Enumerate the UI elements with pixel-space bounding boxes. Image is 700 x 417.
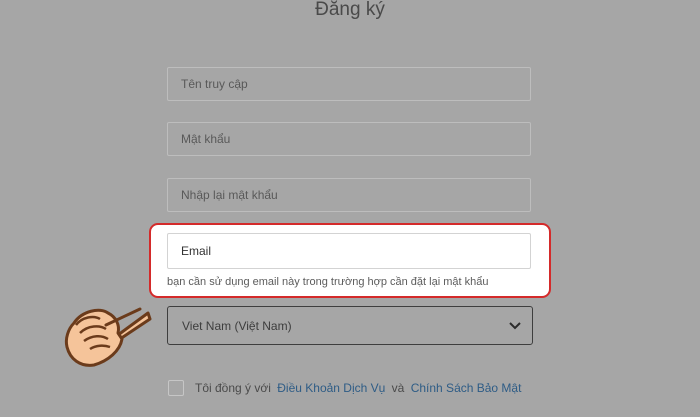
country-select-value: Viet Nam (Việt Nam) [182, 318, 292, 333]
privacy-link[interactable]: Chính Sách Bảo Mật [411, 381, 522, 395]
pointing-hand-icon [64, 307, 152, 367]
email-hint: bạn cần sử dụng email này trong trường h… [167, 276, 489, 288]
confirm-password-input[interactable] [167, 178, 531, 212]
page-title: Đăng ký [315, 0, 385, 20]
chevron-down-icon [508, 319, 522, 333]
terms-link[interactable]: Điều Khoản Dịch Vụ [277, 381, 385, 395]
password-input[interactable] [167, 122, 531, 156]
agree-and: và [391, 381, 405, 395]
agree-row: Tôi đồng ý với Điều Khoản Dịch Vụ và Chí… [168, 380, 524, 396]
username-input[interactable] [167, 67, 531, 101]
agree-checkbox[interactable] [168, 380, 184, 396]
agree-text: Tôi đồng ý với Điều Khoản Dịch Vụ và Chí… [195, 381, 524, 395]
email-input[interactable] [167, 233, 531, 269]
agree-prefix: Tôi đồng ý với [195, 381, 271, 395]
country-select[interactable]: Viet Nam (Việt Nam) [167, 306, 533, 345]
